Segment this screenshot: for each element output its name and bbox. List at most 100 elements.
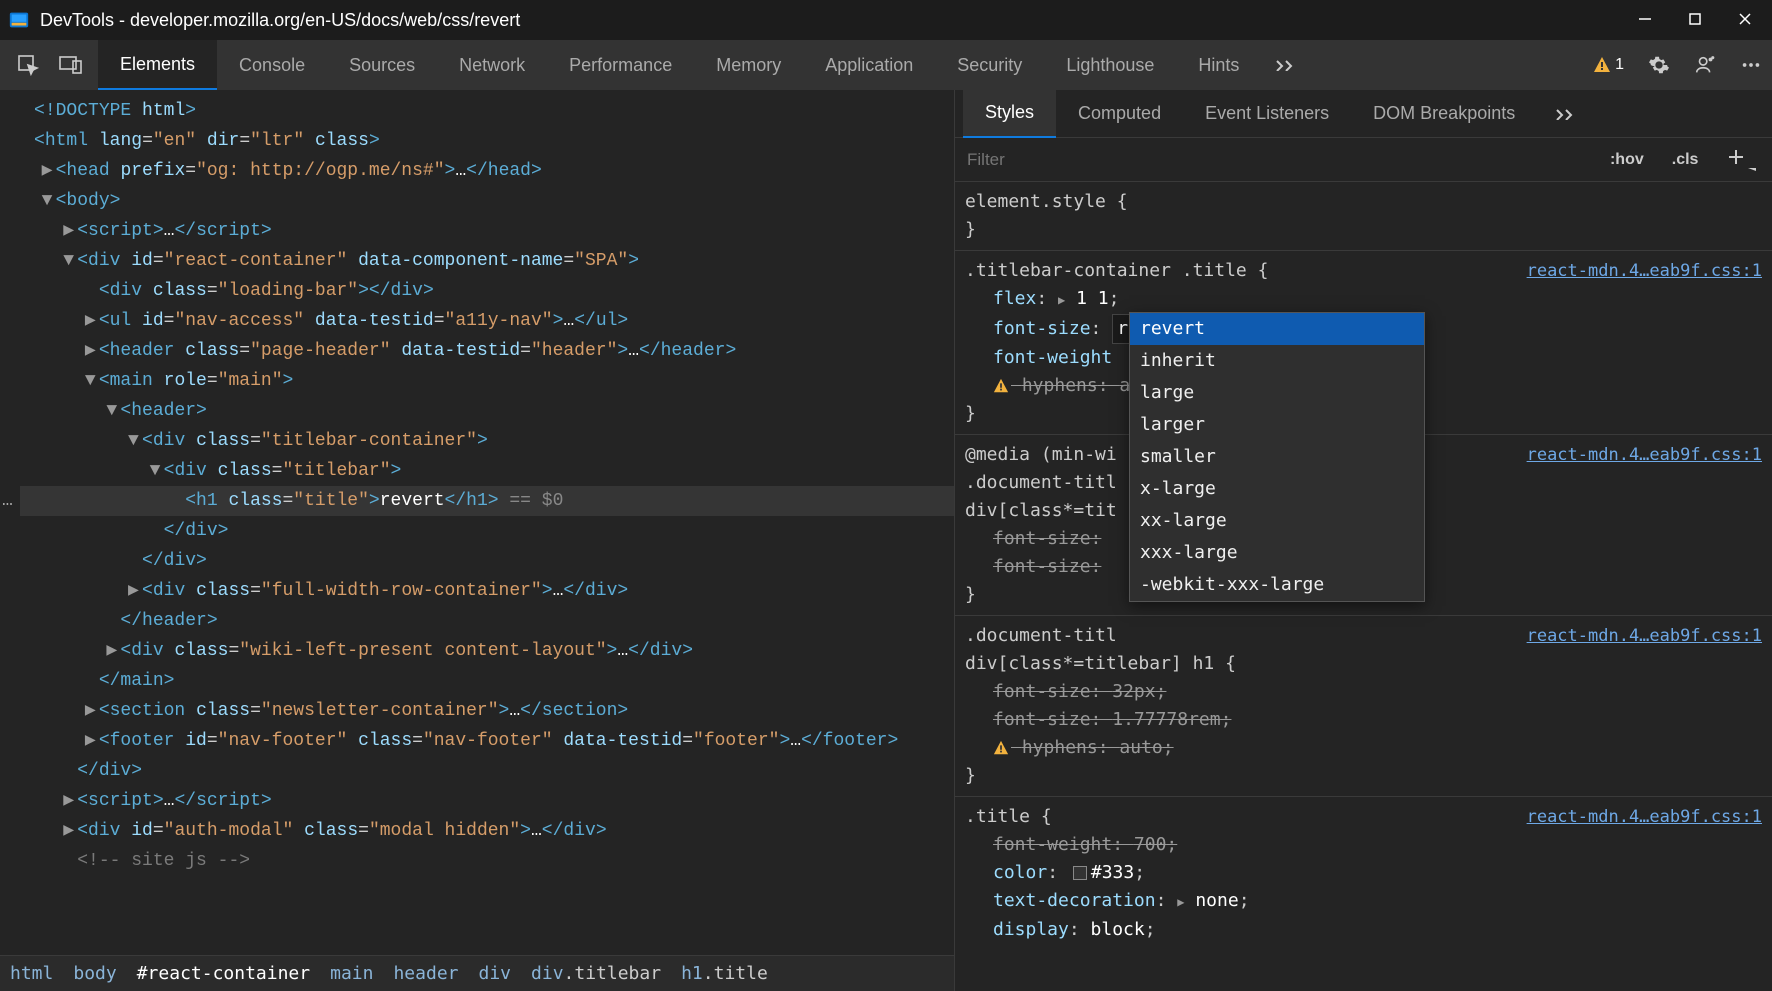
dom-node[interactable]: ▶<div class="wiki-left-present content-l… [20,636,954,666]
source-link[interactable]: react-mdn.4…eab9f.css:1 [1527,257,1762,285]
device-toggle-icon[interactable] [58,53,84,77]
dom-node[interactable]: <h1 class="title">revert</h1> == $0 [20,486,954,516]
dom-node[interactable]: <div class="loading-bar"></div> [20,276,954,306]
tab-sources[interactable]: Sources [327,40,437,90]
dom-node[interactable]: ▼<main role="main"> [20,366,954,396]
dom-node[interactable]: ▶<div class="full-width-row-container">…… [20,576,954,606]
dom-node[interactable]: <!-- site js --> [20,846,954,876]
tab-security[interactable]: Security [935,40,1044,90]
dom-node[interactable]: ▶<header class="page-header" data-testid… [20,336,954,366]
breadcrumb-item[interactable]: #react-container [137,963,310,984]
dom-node[interactable]: ▶<section class="newsletter-container">…… [20,696,954,726]
kebab-menu-icon[interactable] [1740,54,1762,76]
source-link[interactable]: react-mdn.4…eab9f.css:1 [1527,441,1762,469]
main-tabbar: ElementsConsoleSourcesNetworkPerformance… [0,40,1772,90]
autocomplete-item[interactable]: large [1130,377,1424,409]
breadcrumb-item[interactable]: header [393,963,458,984]
dom-node[interactable]: <html lang="en" dir="ltr" class> [20,126,954,156]
hov-button[interactable]: :hov [1596,151,1658,169]
css-property[interactable]: font-size: 32px; [965,678,1762,706]
dom-node[interactable]: </div> [20,756,954,786]
dom-node[interactable]: ▶<ul id="nav-access" data-testid="a11y-n… [20,306,954,336]
tab-performance[interactable]: Performance [547,40,694,90]
subtab-styles[interactable]: Styles [963,90,1056,138]
autocomplete-popup[interactable]: revertinheritlargelargersmallerx-largexx… [1129,312,1425,602]
filter-row: :hov .cls [955,138,1772,182]
autocomplete-item[interactable]: inherit [1130,345,1424,377]
source-link[interactable]: react-mdn.4…eab9f.css:1 [1527,622,1762,650]
dom-node[interactable]: </header> [20,606,954,636]
devtools-icon [8,9,30,31]
warning-icon [993,378,1009,394]
close-brace: } [965,216,1762,244]
breadcrumb[interactable]: html body #react-container main header divdiv… [0,955,954,991]
dom-node[interactable]: ▶<script>…</script> [20,786,954,816]
dom-node[interactable]: ▶<head prefix="og: http://ogp.me/ns#">…<… [20,156,954,186]
breadcrumb-item[interactable]: div.titlebar [531,963,661,984]
dom-node[interactable]: ▶<script>…</script> [20,216,954,246]
source-link[interactable]: react-mdn.4…eab9f.css:1 [1527,803,1762,831]
autocomplete-item[interactable]: smaller [1130,441,1424,473]
color-swatch[interactable] [1073,866,1087,880]
subtab-event-listeners[interactable]: Event Listeners [1183,90,1351,138]
style-rule[interactable]: element.style { } [955,182,1772,251]
css-property[interactable]: hyphens: auto; [965,734,1762,762]
more-tabs-icon[interactable] [1261,59,1309,71]
dom-node[interactable]: </main> [20,666,954,696]
breadcrumb-item[interactable]: html [10,963,53,984]
breadcrumb-item[interactable]: body [73,963,116,984]
settings-icon[interactable] [1648,54,1670,76]
breadcrumb-item[interactable]: div [479,963,512,984]
css-property[interactable]: flex: ▶ 1 1; [965,285,1762,314]
autocomplete-item[interactable]: larger [1130,409,1424,441]
dom-node[interactable]: ▶<div id="auth-modal" class="modal hidde… [20,816,954,846]
style-rule[interactable]: react-mdn.4…eab9f.css:1 .document-titl d… [955,616,1772,797]
inspect-icon[interactable] [16,53,40,77]
dom-tree[interactable]: <!DOCTYPE html><html lang="en" dir="ltr"… [0,90,954,955]
autocomplete-item[interactable]: revert [1130,313,1424,345]
tab-lighthouse[interactable]: Lighthouse [1044,40,1176,90]
dom-node[interactable]: </div> [20,546,954,576]
issues-badge[interactable]: 1 [1593,56,1624,74]
breadcrumb-item[interactable]: main [330,963,373,984]
styles-list[interactable]: element.style { } react-mdn.4…eab9f.css:… [955,182,1772,991]
dom-node[interactable]: ▼<div class="titlebar-container"> [20,426,954,456]
tab-elements[interactable]: Elements [98,40,217,90]
feedback-icon[interactable] [1694,54,1716,76]
dom-node[interactable]: ▼<header> [20,396,954,426]
autocomplete-item[interactable]: xxx-large [1130,537,1424,569]
warning-icon [993,740,1009,756]
breadcrumb-item[interactable]: h1.title [681,963,768,984]
dom-node[interactable]: ▼<body> [20,186,954,216]
dom-node[interactable]: ▶<footer id="nav-footer" class="nav-foot… [20,726,954,756]
autocomplete-item[interactable]: x-large [1130,473,1424,505]
dom-node[interactable]: <!DOCTYPE html> [20,96,954,126]
minimize-button[interactable] [1638,12,1652,29]
window-titlebar: DevTools - developer.mozilla.org/en-US/d… [0,0,1772,40]
filter-input[interactable] [955,138,1596,181]
styles-subtabs: StylesComputedEvent ListenersDOM Breakpo… [955,90,1772,138]
tab-application[interactable]: Application [803,40,935,90]
style-rule[interactable]: react-mdn.4…eab9f.css:1 .title { font-we… [955,797,1772,950]
close-button[interactable] [1738,12,1752,29]
maximize-button[interactable] [1688,12,1702,29]
css-property[interactable]: text-decoration: ▶ none; [965,887,1762,916]
cls-button[interactable]: .cls [1658,151,1713,169]
css-property[interactable]: font-weight: 700; [965,831,1762,859]
css-property[interactable]: display: block; [965,916,1762,944]
css-property[interactable]: color: #333; [965,859,1762,887]
tab-console[interactable]: Console [217,40,327,90]
more-subtabs-icon[interactable] [1537,108,1593,120]
css-property[interactable]: font-size: 1.77778rem; [965,706,1762,734]
subtab-computed[interactable]: Computed [1056,90,1183,138]
dom-node[interactable]: ▼<div id="react-container" data-componen… [20,246,954,276]
dom-node[interactable]: </div> [20,516,954,546]
subtab-dom-breakpoints[interactable]: DOM Breakpoints [1351,90,1537,138]
dom-node[interactable]: ▼<div class="titlebar"> [20,456,954,486]
autocomplete-item[interactable]: xx-large [1130,505,1424,537]
add-rule-button[interactable] [1712,148,1772,171]
tab-hints[interactable]: Hints [1176,40,1261,90]
tab-memory[interactable]: Memory [694,40,803,90]
tab-network[interactable]: Network [437,40,547,90]
autocomplete-item[interactable]: -webkit-xxx-large [1130,569,1424,601]
